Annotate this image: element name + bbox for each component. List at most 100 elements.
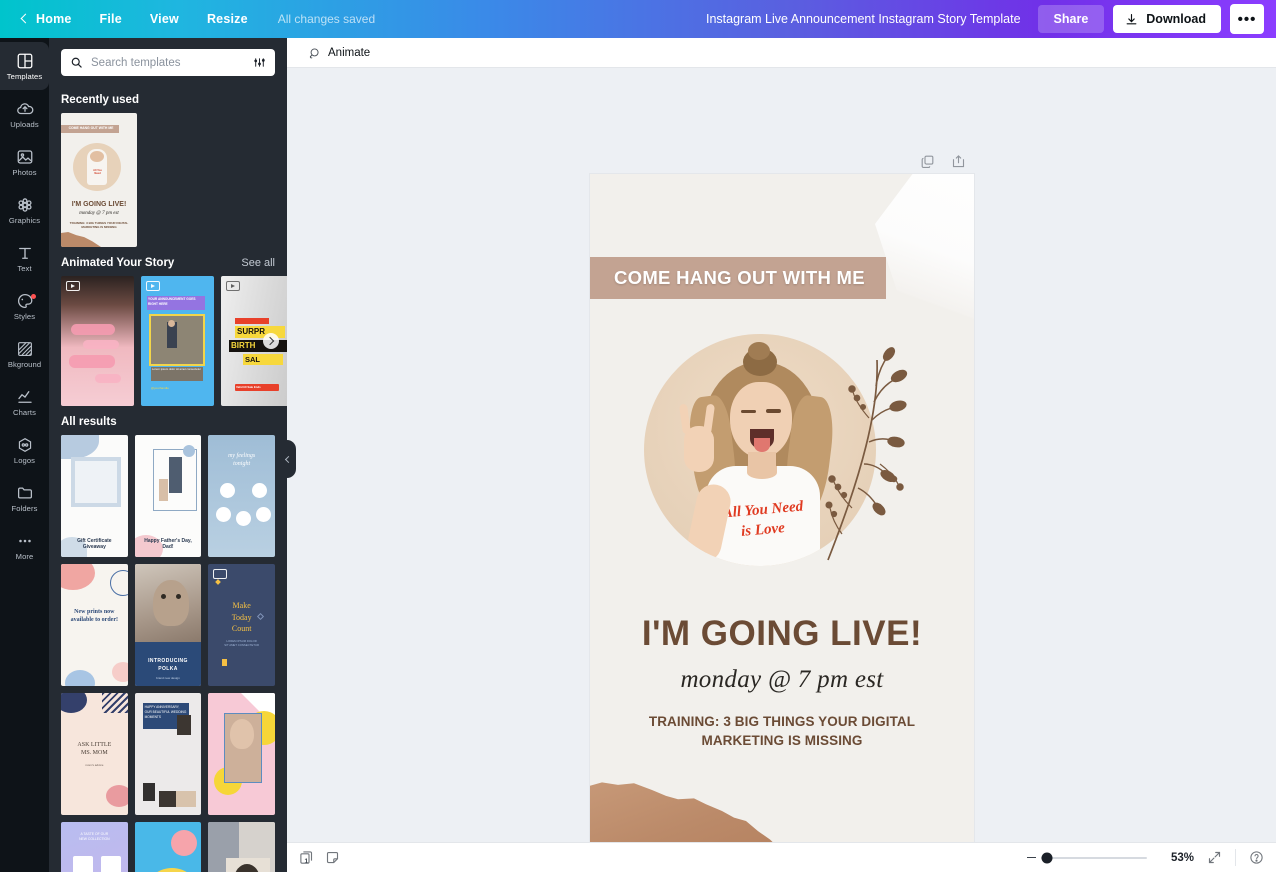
- list-item[interactable]: ASK LITTLEMS. MOM mom's advice: [61, 693, 128, 815]
- text-icon: [16, 244, 34, 262]
- see-all-link-animated[interactable]: See all: [241, 257, 275, 269]
- menu-file[interactable]: File: [86, 6, 136, 32]
- sidebar-label-charts: Charts: [13, 409, 36, 417]
- list-item[interactable]: INTRODUCING POLKA brand new design: [135, 564, 202, 686]
- zoom-slider[interactable]: [1027, 857, 1147, 859]
- duplicate-page-icon[interactable]: [920, 154, 935, 169]
- video-badge-icon: [66, 281, 80, 291]
- styles-notification-dot: [31, 294, 36, 299]
- sidebar-item-more[interactable]: More: [0, 522, 49, 570]
- logos-icon: [16, 436, 34, 454]
- section-title-animated: Animated Your Story: [61, 257, 174, 269]
- panel-scroll-region[interactable]: Recently used COME HANG OUT WITH ME All …: [49, 84, 287, 872]
- sidebar-item-charts[interactable]: Charts: [0, 378, 49, 426]
- home-button[interactable]: Home: [14, 6, 86, 32]
- header-actions: Instagram Live Announcement Instagram St…: [706, 4, 1276, 34]
- bottom-bar: 1 53%: [287, 842, 1276, 872]
- sidebar-item-bkground[interactable]: Bkground: [0, 330, 49, 378]
- search-box[interactable]: [61, 49, 275, 76]
- photo-icon: [16, 148, 34, 166]
- body-text[interactable]: TRAINING: 3 BIG THINGS YOUR DIGITAL MARK…: [630, 712, 934, 750]
- sidebar-label-folders: Folders: [11, 505, 37, 513]
- list-item[interactable]: [61, 276, 134, 406]
- zoom-slider-knob[interactable]: [1042, 852, 1053, 863]
- list-item[interactable]: collection 2021: [208, 822, 275, 872]
- sidebar-item-uploads[interactable]: Uploads: [0, 90, 49, 138]
- more-options-button[interactable]: •••: [1230, 4, 1264, 34]
- sidebar-item-logos[interactable]: Logos: [0, 426, 49, 474]
- design-page[interactable]: COME HANG OUT WITH ME: [590, 174, 974, 858]
- sidebar-item-templates[interactable]: Templates: [0, 42, 49, 90]
- share-button[interactable]: Share: [1038, 5, 1105, 33]
- sidebar-label-more: More: [16, 553, 34, 561]
- thumb-caption: Gift Certificate Giveaway: [61, 538, 128, 552]
- fullscreen-icon[interactable]: [1207, 850, 1222, 865]
- page-action-icons: [920, 154, 966, 169]
- sidebar-item-styles[interactable]: Styles: [0, 282, 49, 330]
- sidebar-label-bkground: Bkground: [8, 361, 41, 369]
- list-item[interactable]: New prints now available to order!: [61, 564, 128, 686]
- list-item[interactable]: A TASTE OF OURNEW COLLECTION: [61, 822, 128, 872]
- templates-icon: [16, 52, 34, 70]
- search-input[interactable]: [91, 57, 245, 69]
- animate-icon: [307, 46, 321, 60]
- list-item[interactable]: HAPPY ANNIVERSARY, OUR BEAUTIFUL WEDDING…: [135, 693, 202, 815]
- document-title[interactable]: Instagram Live Announcement Instagram St…: [706, 12, 1021, 26]
- list-item[interactable]: [208, 693, 275, 815]
- sidebar-label-text: Text: [17, 265, 31, 273]
- sidebar-item-graphics[interactable]: Graphics: [0, 186, 49, 234]
- help-icon[interactable]: [1249, 850, 1264, 865]
- zoom-percentage[interactable]: 53%: [1160, 852, 1194, 864]
- canvas-area[interactable]: COME HANG OUT WITH ME: [287, 68, 1276, 872]
- sidebar-label-graphics: Graphics: [9, 217, 40, 225]
- list-item[interactable]: YOUR ANNOUNCEMENT GOES RIGHT HERE Lorem …: [141, 276, 214, 406]
- share-page-icon[interactable]: [951, 154, 966, 169]
- filter-sliders-icon[interactable]: [253, 56, 266, 69]
- sidebar-item-folders[interactable]: Folders: [0, 474, 49, 522]
- menu-view[interactable]: View: [136, 6, 193, 32]
- folder-icon: [16, 484, 34, 502]
- left-icon-rail: Templates Uploads Photos Graphics Text S…: [0, 38, 49, 872]
- sidebar-label-styles: Styles: [14, 313, 35, 321]
- page-number-badge: 1: [305, 859, 309, 866]
- section-title-recent: Recently used: [61, 94, 139, 106]
- video-badge-icon: [146, 281, 160, 291]
- zoom-out-icon[interactable]: [1027, 857, 1036, 859]
- download-label: Download: [1146, 12, 1206, 26]
- notes-icon[interactable]: [325, 850, 340, 865]
- animate-button[interactable]: Animate: [299, 42, 378, 64]
- templates-panel: Recently used COME HANG OUT WITH ME All …: [49, 38, 287, 872]
- save-status: All changes saved: [268, 6, 385, 32]
- design-toolbar: Animate: [287, 38, 1276, 68]
- recent-template-thumb[interactable]: COME HANG OUT WITH ME All You Need I'M G…: [61, 113, 137, 247]
- carousel-next-button[interactable]: [263, 333, 279, 349]
- subheadline-text[interactable]: monday @ 7 pm est: [590, 666, 974, 694]
- editor-area: Animate COME HANG OUT WITH ME: [287, 38, 1276, 872]
- animate-label: Animate: [328, 47, 370, 59]
- menu-resize[interactable]: Resize: [193, 6, 262, 32]
- list-item[interactable]: my feelingstonight: [208, 435, 275, 557]
- animated-carousel[interactable]: YOUR ANNOUNCEMENT GOES RIGHT HERE Lorem …: [61, 276, 275, 406]
- more-dots-icon: [16, 532, 34, 550]
- download-button[interactable]: Download: [1113, 5, 1221, 33]
- sidebar-item-photos[interactable]: Photos: [0, 138, 49, 186]
- section-header-all: All results: [61, 416, 275, 428]
- video-badge-icon: [226, 281, 240, 291]
- search-area: [49, 38, 287, 84]
- list-item[interactable]: BIG SALE ON TABLETOP: [135, 822, 202, 872]
- download-icon: [1125, 13, 1138, 26]
- sidebar-label-photos: Photos: [12, 169, 36, 177]
- list-item[interactable]: Gift Certificate Giveaway: [61, 435, 128, 557]
- charts-icon: [16, 388, 34, 406]
- panel-collapse-handle[interactable]: [278, 440, 296, 478]
- headline-text[interactable]: I'M GOING LIVE!: [590, 614, 974, 654]
- page-manager-button[interactable]: 1: [299, 850, 314, 865]
- sidebar-item-text[interactable]: Text: [0, 234, 49, 282]
- banner-shape[interactable]: COME HANG OUT WITH ME: [590, 257, 886, 299]
- list-item[interactable]: MakeTodayCount LOREM IPSUM DOLORSIT AMET…: [208, 564, 275, 686]
- sidebar-label-uploads: Uploads: [10, 121, 39, 129]
- zoom-slider-track[interactable]: [1041, 857, 1147, 859]
- video-badge-icon: [213, 569, 227, 579]
- banner-text: COME HANG OUT WITH ME: [614, 267, 865, 289]
- list-item[interactable]: Happy Father's Day, Dad!: [135, 435, 202, 557]
